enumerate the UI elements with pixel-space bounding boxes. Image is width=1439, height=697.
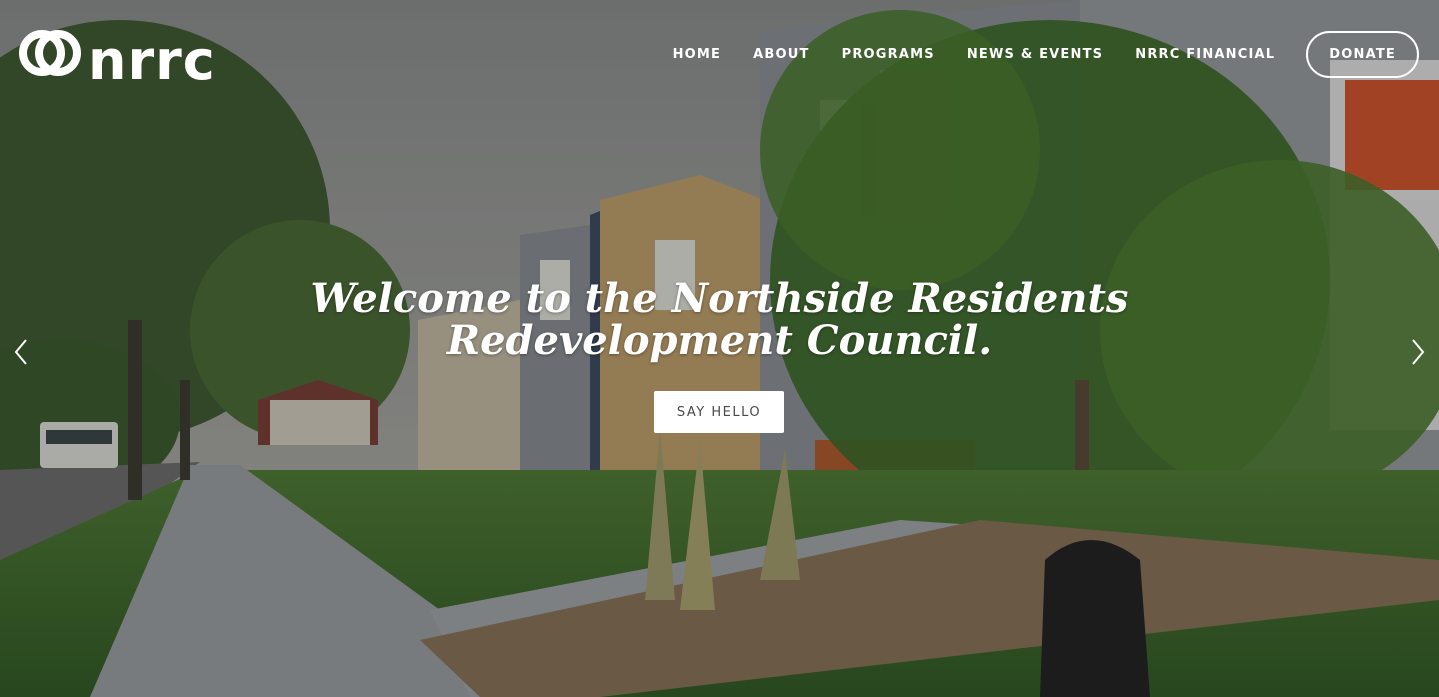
site-logo[interactable]: nrrc bbox=[18, 18, 216, 88]
logo-wordmark: nrrc bbox=[88, 29, 216, 92]
nav-about[interactable]: ABOUT bbox=[753, 47, 809, 62]
hero-section: nrrc HOME ABOUT PROGRAMS NEWS & EVENTS N… bbox=[0, 0, 1439, 697]
nav-news-events[interactable]: NEWS & EVENTS bbox=[967, 47, 1103, 62]
say-hello-button[interactable]: SAY HELLO bbox=[654, 391, 784, 433]
nav-programs[interactable]: PROGRAMS bbox=[842, 47, 935, 62]
carousel-next-button[interactable] bbox=[1405, 336, 1431, 368]
donate-button[interactable]: DONATE bbox=[1306, 31, 1419, 78]
carousel-prev-button[interactable] bbox=[8, 336, 34, 368]
hero-headline-line-1: Welcome to the Northside Residents bbox=[310, 275, 1129, 322]
main-navigation: HOME ABOUT PROGRAMS NEWS & EVENTS NRRC F… bbox=[673, 31, 1419, 78]
hero-headline: Welcome to the Northside Residents Redev… bbox=[0, 278, 1439, 362]
chevron-left-icon bbox=[14, 339, 27, 365]
nav-home[interactable]: HOME bbox=[673, 47, 722, 62]
chevron-right-icon bbox=[1412, 339, 1425, 365]
nav-nrrc-financial[interactable]: NRRC FINANCIAL bbox=[1135, 47, 1275, 62]
hero-headline-line-2: Redevelopment Council. bbox=[446, 317, 993, 364]
linked-rings-icon bbox=[19, 30, 81, 76]
